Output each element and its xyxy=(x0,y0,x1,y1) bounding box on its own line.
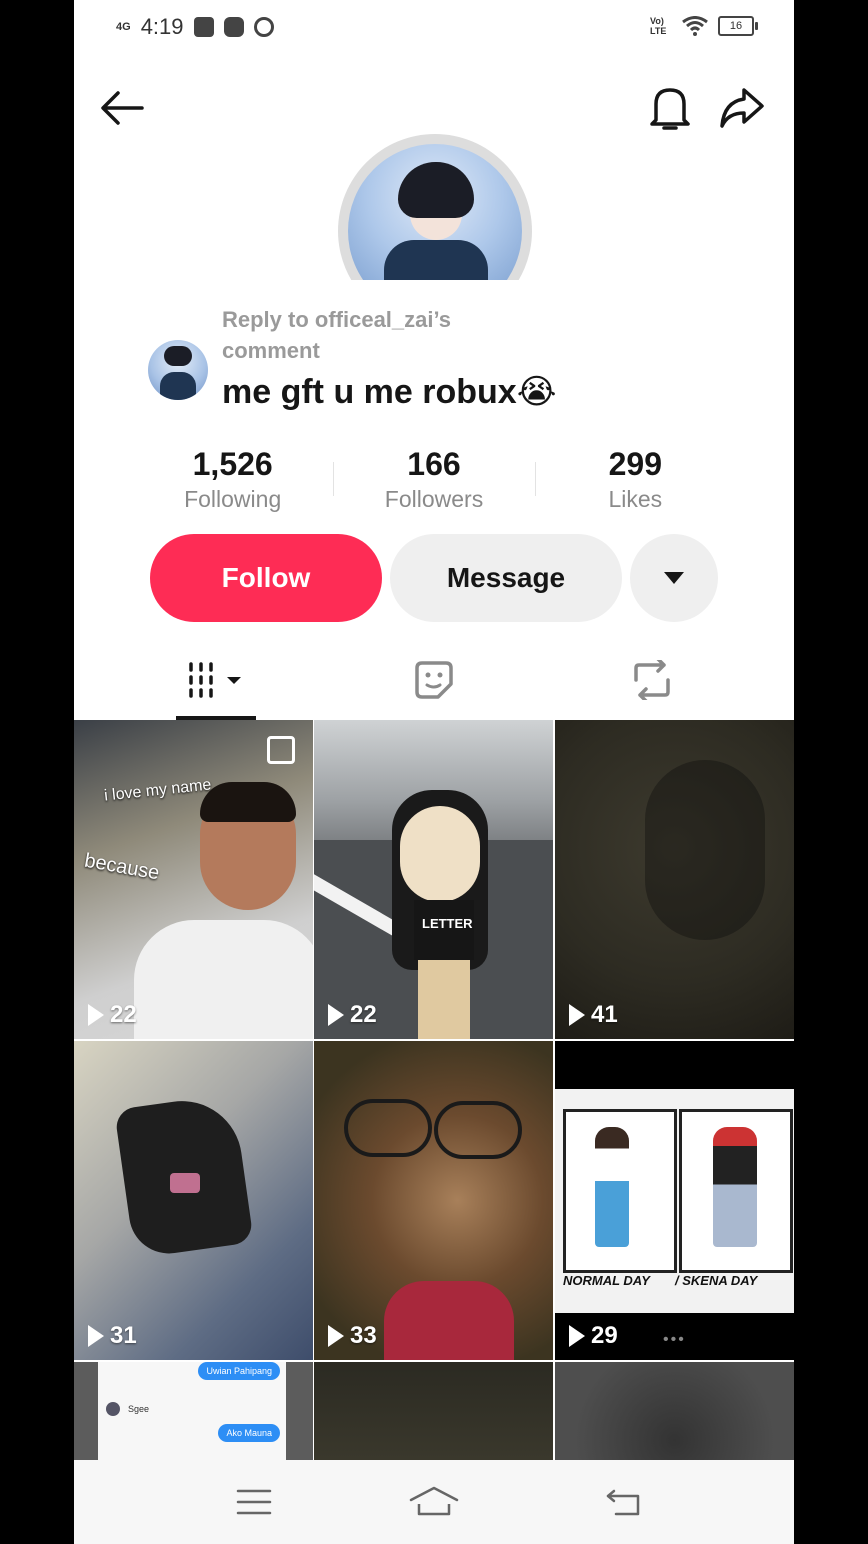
message-button[interactable]: Message xyxy=(390,534,622,622)
home-button[interactable] xyxy=(404,1478,464,1526)
chat-bubble: Sgee xyxy=(128,1404,150,1414)
status-bar: 4G 4:19 Vo) LTE 16 xyxy=(74,0,794,56)
view-count: 29 xyxy=(569,1322,618,1350)
view-count: 22 xyxy=(88,1001,137,1029)
menu-button[interactable] xyxy=(224,1478,284,1526)
content-tabs xyxy=(74,640,794,720)
overlay-caption: i love my name xyxy=(103,776,213,805)
chat-bubble: Ako Mauna xyxy=(218,1424,280,1442)
play-icon xyxy=(328,1325,344,1347)
video-thumbnail[interactable] xyxy=(555,1362,794,1460)
reply-comment-text[interactable]: me gft u me robux😭 xyxy=(222,372,556,412)
view-count: 22 xyxy=(328,1001,377,1029)
stat-label: Followers xyxy=(384,486,484,512)
overlay-caption: NORMAL DAY xyxy=(563,1273,650,1288)
play-icon xyxy=(88,1004,104,1026)
chat-bubble: Uwian Pahipang xyxy=(198,1362,280,1380)
app-notification-icon xyxy=(223,17,244,37)
clock: 4:19 xyxy=(140,14,184,39)
notification-icon xyxy=(193,17,214,37)
view-count: 41 xyxy=(569,1001,618,1029)
carousel-dots: ••• xyxy=(663,1331,686,1348)
overlay-caption: / SKENA DAY xyxy=(675,1273,758,1288)
battery-indicator: 16 xyxy=(718,16,758,36)
tab-reposts[interactable] xyxy=(572,640,732,720)
video-thumbnail[interactable]: 33 xyxy=(314,1041,553,1360)
profile-stats: 1,526 Following 166 Followers 299 Likes xyxy=(132,444,736,524)
home-icon xyxy=(409,1486,459,1516)
stat-value: 299 xyxy=(608,446,663,482)
arrow-left-icon xyxy=(101,91,144,125)
notifications-button[interactable] xyxy=(642,80,698,136)
tab-videos[interactable] xyxy=(136,640,296,720)
play-icon xyxy=(569,1004,585,1026)
share-button[interactable] xyxy=(714,80,770,136)
multi-photo-icon xyxy=(267,736,295,764)
reply-label: Reply to officeal_zai’s comment xyxy=(222,307,452,363)
stat-label: Likes xyxy=(608,486,663,512)
volte-indicator: Vo) LTE xyxy=(650,16,667,36)
stat-likes[interactable]: 299 Likes xyxy=(534,444,736,524)
profile-screen: 4G 4:19 Vo) LTE 16 Reply to officeal_zai… xyxy=(74,0,794,1544)
stat-following[interactable]: 1,526 Following xyxy=(132,444,333,524)
bell-icon xyxy=(650,88,690,130)
videos-grid-icon xyxy=(189,662,241,698)
play-icon xyxy=(88,1325,104,1347)
sticker-icon xyxy=(415,661,453,699)
stat-value: 166 xyxy=(407,446,461,482)
chrome-icon xyxy=(253,17,274,37)
tab-favorites[interactable] xyxy=(354,640,514,720)
suggested-accounts-button[interactable] xyxy=(630,534,718,622)
video-thumbnail[interactable]: NORMAL DAY / SKENA DAY ••• 29 xyxy=(555,1041,794,1360)
back-nav-button[interactable] xyxy=(594,1478,654,1526)
avatar-image xyxy=(348,144,522,280)
wifi-icon xyxy=(682,16,708,36)
share-arrow-icon xyxy=(720,88,764,128)
overlay-caption: because xyxy=(82,849,162,885)
video-thumbnail[interactable]: 41 xyxy=(555,720,794,1039)
stat-value: 1,526 xyxy=(192,446,273,482)
overlay-caption: LETTER xyxy=(422,916,473,931)
video-thumbnail[interactable]: Uwian Pahipang Sgee Ako Mauna xyxy=(74,1362,313,1460)
menu-icon xyxy=(236,1489,272,1515)
video-thumbnail[interactable]: LETTER 22 xyxy=(314,720,553,1039)
view-count: 31 xyxy=(88,1322,137,1350)
system-nav-bar xyxy=(74,1460,794,1544)
play-icon xyxy=(569,1325,585,1347)
repost-icon xyxy=(634,660,670,700)
reply-avatar[interactable] xyxy=(148,340,208,400)
view-count: 33 xyxy=(328,1322,377,1350)
network-indicator: 4G xyxy=(116,21,131,33)
chat-avatar xyxy=(106,1402,120,1416)
video-thumbnail[interactable] xyxy=(314,1362,553,1460)
back-button[interactable] xyxy=(94,80,150,136)
stat-followers[interactable]: 166 Followers xyxy=(333,444,534,524)
triangle-down-icon xyxy=(664,572,684,584)
profile-avatar[interactable] xyxy=(338,134,532,280)
video-thumbnail[interactable]: i love my name because 22 xyxy=(74,720,313,1039)
back-icon xyxy=(606,1489,640,1516)
stat-label: Following xyxy=(184,486,282,512)
follow-button[interactable]: Follow xyxy=(150,534,382,622)
video-thumbnail[interactable]: 31 xyxy=(74,1041,313,1360)
play-icon xyxy=(328,1004,344,1026)
